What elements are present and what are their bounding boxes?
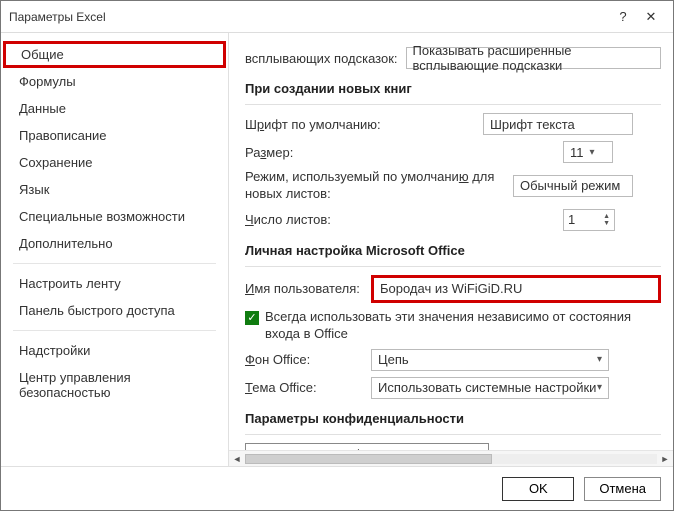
default-view-label: Режим, используемый по умолчанию для нов… xyxy=(245,169,505,203)
office-background-select[interactable]: Цепь▾ xyxy=(371,349,609,371)
sheet-count-spinner[interactable]: 1 ▲▼ xyxy=(563,209,615,231)
sidebar-item-formulas[interactable]: Формулы xyxy=(1,68,228,95)
sidebar-item-addins[interactable]: Надстройки xyxy=(1,337,228,364)
font-size-label: Размер: xyxy=(245,145,555,160)
office-background-row: Фон Office: Цепь▾ xyxy=(245,349,661,371)
content-scroll[interactable]: всплывающих подсказок: Показывать расшир… xyxy=(229,33,673,450)
default-font-row: Шрифт по умолчанию: Шрифт текста xyxy=(245,113,661,135)
sidebar-item-customize-ribbon[interactable]: Настроить ленту xyxy=(1,270,228,297)
checkbox-icon: ✓ xyxy=(245,311,259,325)
sidebar-item-accessibility[interactable]: Специальные возможности xyxy=(1,203,228,230)
scrollbar-track[interactable] xyxy=(245,454,657,464)
scrollbar-thumb[interactable] xyxy=(245,454,492,464)
sidebar-item-data[interactable]: Данные xyxy=(1,95,228,122)
divider xyxy=(245,266,661,267)
tooltip-style-row: всплывающих подсказок: Показывать расшир… xyxy=(245,47,661,69)
chevron-down-icon: ▾ xyxy=(590,147,595,158)
dialog-footer: OK Отмена xyxy=(1,466,673,510)
sidebar-item-general[interactable]: Общие xyxy=(3,41,226,68)
tooltip-style-select[interactable]: Показывать расширенные всплывающие подск… xyxy=(406,47,661,69)
office-theme-row: Тема Office: Использовать системные наст… xyxy=(245,377,661,399)
office-background-label: Фон Office: xyxy=(245,352,363,367)
scroll-right-icon[interactable]: ► xyxy=(657,454,673,464)
options-dialog: Параметры Excel ? ✕ Общие Формулы Данные… xyxy=(0,0,674,511)
sidebar-item-proofing[interactable]: Правописание xyxy=(1,122,228,149)
tooltip-style-label: всплывающих подсказок: xyxy=(245,51,398,66)
default-font-label: Шрифт по умолчанию: xyxy=(245,117,475,132)
titlebar: Параметры Excel ? ✕ xyxy=(1,1,673,33)
ok-button[interactable]: OK xyxy=(502,477,574,501)
help-icon[interactable]: ? xyxy=(609,9,637,24)
scroll-left-icon[interactable]: ◄ xyxy=(229,454,245,464)
sidebar-item-save[interactable]: Сохранение xyxy=(1,149,228,176)
section-personalize: Личная настройка Microsoft Office xyxy=(245,243,661,258)
cancel-button[interactable]: Отмена xyxy=(584,477,661,501)
default-view-row: Режим, используемый по умолчанию для нов… xyxy=(245,169,661,203)
sidebar-item-language[interactable]: Язык xyxy=(1,176,228,203)
spinner-arrows-icon[interactable]: ▲▼ xyxy=(603,213,610,227)
sidebar-item-advanced[interactable]: Дополнительно xyxy=(1,230,228,257)
chevron-down-icon: ▾ xyxy=(597,354,602,365)
close-icon[interactable]: ✕ xyxy=(637,9,665,25)
sidebar-separator xyxy=(13,330,216,331)
content-pane: всплывающих подсказок: Показывать расшир… xyxy=(229,33,673,466)
section-privacy: Параметры конфиденциальности xyxy=(245,411,661,426)
office-theme-label: Тема Office: xyxy=(245,380,363,395)
section-new-workbook: При создании новых книг xyxy=(245,81,661,96)
default-view-select[interactable]: Обычный режим xyxy=(513,175,633,197)
divider xyxy=(245,104,661,105)
category-sidebar: Общие Формулы Данные Правописание Сохран… xyxy=(1,33,229,466)
always-use-checkbox[interactable]: ✓ Всегда использовать эти значения незав… xyxy=(245,309,661,343)
always-use-label: Всегда использовать эти значения независ… xyxy=(265,309,661,343)
horizontal-scrollbar[interactable]: ◄ ► xyxy=(229,450,673,466)
username-label: Имя пользователя: xyxy=(245,281,363,296)
window-title: Параметры Excel xyxy=(9,10,609,24)
font-size-row: Размер: 11▾ xyxy=(245,141,661,163)
privacy-settings-button[interactable]: Параметры конфиденциальности... xyxy=(245,443,489,450)
default-font-select[interactable]: Шрифт текста xyxy=(483,113,633,135)
sidebar-item-quick-access[interactable]: Панель быстрого доступа xyxy=(1,297,228,324)
office-theme-select[interactable]: Использовать системные настройки▾ xyxy=(371,377,609,399)
username-input[interactable]: Бородач из WiFiGiD.RU xyxy=(371,275,661,303)
privacy-button-row: Параметры конфиденциальности... xyxy=(245,443,661,450)
username-row: Имя пользователя: Бородач из WiFiGiD.RU xyxy=(245,275,661,303)
chevron-down-icon: ▾ xyxy=(597,382,602,393)
divider xyxy=(245,434,661,435)
sidebar-item-trust-center[interactable]: Центр управления безопасностью xyxy=(1,364,228,406)
sheet-count-label: Число листов: xyxy=(245,212,555,227)
sidebar-separator xyxy=(13,263,216,264)
sheet-count-row: Число листов: 1 ▲▼ xyxy=(245,209,661,231)
font-size-select[interactable]: 11▾ xyxy=(563,141,613,163)
